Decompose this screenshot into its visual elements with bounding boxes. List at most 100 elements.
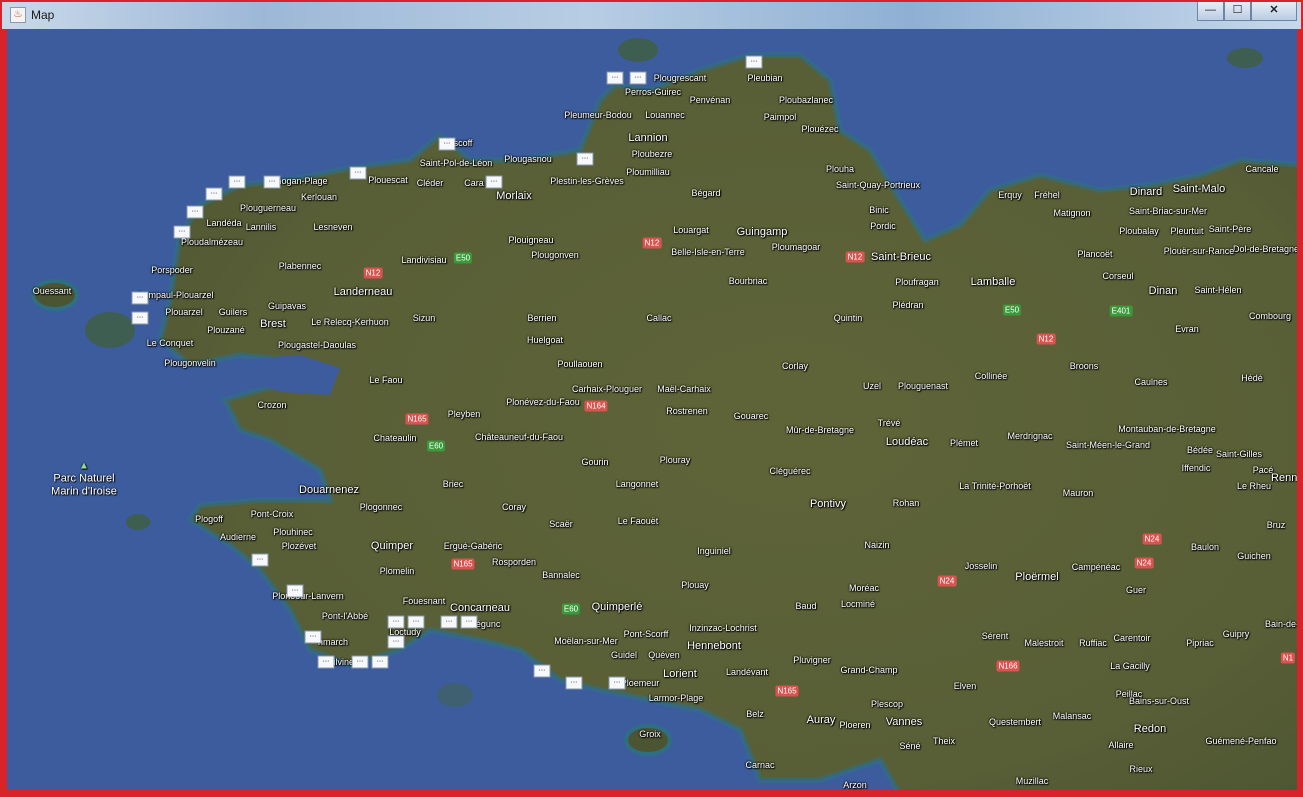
place-label: Dinan [1148, 285, 1178, 297]
place-label: Sérent [981, 631, 1009, 641]
place-label: Pipriac [1186, 638, 1214, 648]
place-label: Plestin-les-Grèves [550, 176, 624, 186]
map-marker-button[interactable]: ... [317, 655, 335, 669]
map-marker-button[interactable]: ... [173, 225, 191, 239]
place-label: Guichen [1237, 551, 1271, 561]
place-label: Guingamp [736, 226, 788, 238]
map-marker-button[interactable]: ... [438, 137, 456, 151]
place-label: Perros-Guirec [624, 87, 682, 97]
place-label: Pleyben [447, 409, 481, 419]
place-label: Scaër [549, 519, 573, 529]
place-label: Auray [806, 714, 836, 726]
map-marker-button[interactable]: ... [576, 152, 594, 166]
place-label: Quimperlé [591, 601, 643, 613]
place-label: Fréhel [1034, 190, 1060, 200]
map-marker-button[interactable]: ... [349, 166, 367, 180]
place-label: Carhaix-Plouguer [571, 384, 643, 394]
map-marker-button[interactable]: ... [263, 175, 281, 189]
map-marker-button[interactable]: ... [407, 615, 425, 629]
place-label: Ploubazlanec [778, 95, 834, 105]
window-title: Map [31, 8, 55, 22]
place-label: Mauron [1062, 488, 1094, 498]
place-label: Vannes [885, 716, 923, 728]
map-marker-button[interactable]: ... [387, 615, 405, 629]
map-marker-button[interactable]: ... [205, 187, 223, 201]
place-label: Plémet [949, 438, 979, 448]
place-label: Plougrescant [653, 73, 707, 83]
road-shield: E50 [453, 252, 473, 264]
place-label: Plouay [681, 580, 709, 590]
place-label: Rosporden [491, 557, 537, 567]
place-label: Plancoët [1077, 249, 1113, 259]
map-marker-button[interactable]: ... [565, 676, 583, 690]
title-bar[interactable]: ♨ Map — ☐ ✕ [2, 2, 1301, 29]
place-label: Saint-Brieuc [871, 251, 931, 263]
minimize-button[interactable]: — [1197, 2, 1224, 21]
place-label: Plouzané [207, 325, 245, 335]
place-label: Campénéac [1071, 562, 1121, 572]
place-label: Paimpol [763, 112, 797, 122]
place-label: Guer [1125, 585, 1147, 595]
map-marker-button[interactable]: ... [387, 635, 405, 649]
map-marker-button[interactable]: ... [629, 71, 647, 85]
place-label: Plonévez-du-Faou [506, 397, 580, 407]
place-label: Concarneau [450, 602, 510, 614]
map-marker-button[interactable]: ... [251, 553, 269, 567]
place-label: Rieux [1129, 764, 1153, 774]
map-marker-button[interactable]: ... [460, 615, 478, 629]
place-label: Hédé [1241, 373, 1263, 383]
place-label: Fouesnant [402, 596, 446, 606]
brittany-land [156, 52, 1297, 790]
map-marker-button[interactable]: ... [745, 55, 763, 69]
place-label: Josselin [964, 561, 998, 571]
road-shield: E60 [426, 440, 446, 452]
place-label: Guilers [218, 307, 248, 317]
place-label: Pont-Croix [250, 509, 294, 519]
satellite-map[interactable]: ▲ Parc Naturel Marin d'Iroise Plougresca… [7, 29, 1297, 790]
place-label: Theix [932, 736, 956, 746]
place-label: Louargat [673, 225, 709, 235]
place-label: Gourin [581, 457, 609, 467]
place-label: Bégard [691, 188, 721, 198]
map-marker-button[interactable]: ... [304, 630, 322, 644]
place-label: Lamballe [970, 276, 1016, 288]
map-marker-button[interactable]: ... [286, 584, 304, 598]
place-label: Larmor-Plage [648, 693, 704, 703]
place-label: nmarch [317, 637, 349, 647]
place-label: Lampaul-Plouarzel [138, 290, 214, 300]
map-marker-button[interactable]: ... [228, 175, 246, 189]
place-label: Carnac [745, 760, 775, 770]
map-marker-button[interactable]: ... [440, 615, 458, 629]
place-label: Poullaouen [557, 359, 603, 369]
place-label: Lannilis [245, 222, 277, 232]
map-marker-button[interactable]: ... [131, 311, 149, 325]
place-label: Plogoff [195, 514, 223, 524]
place-label: Montauban-de-Bretagne [1118, 424, 1216, 434]
map-marker-button[interactable]: ... [351, 655, 369, 669]
road-shield: N1 [1280, 652, 1296, 664]
place-label: Mûr-de-Bretagne [785, 425, 855, 435]
map-marker-button[interactable]: ... [608, 676, 626, 690]
map-marker-button[interactable]: ... [533, 664, 551, 678]
place-label: Plouarzel [165, 307, 203, 317]
map-marker-button[interactable]: ... [186, 205, 204, 219]
place-label: Guipavas [267, 301, 307, 311]
place-label: Plouigneau [508, 235, 554, 245]
maximize-button[interactable]: ☐ [1224, 2, 1251, 21]
place-label: Quéven [648, 650, 680, 660]
road-shield: N24 [1142, 533, 1162, 545]
close-button[interactable]: ✕ [1251, 2, 1297, 21]
park-name-line1: Parc Naturel [53, 472, 115, 485]
map-marker-button[interactable]: ... [371, 655, 389, 669]
map-marker-button[interactable]: ... [606, 71, 624, 85]
place-label: Collinée [974, 371, 1008, 381]
place-label: Plouguenast [897, 381, 949, 391]
map-marker-button[interactable]: ... [485, 175, 503, 189]
road-shield: N12 [363, 267, 383, 279]
map-marker-button[interactable]: ... [131, 291, 149, 305]
place-label: Le Faou [369, 375, 403, 385]
place-label: Ergué-Gabéric [443, 541, 503, 551]
place-label: Malansac [1052, 711, 1092, 721]
place-label: Matignon [1053, 208, 1091, 218]
place-label: Lesneven [313, 222, 353, 232]
